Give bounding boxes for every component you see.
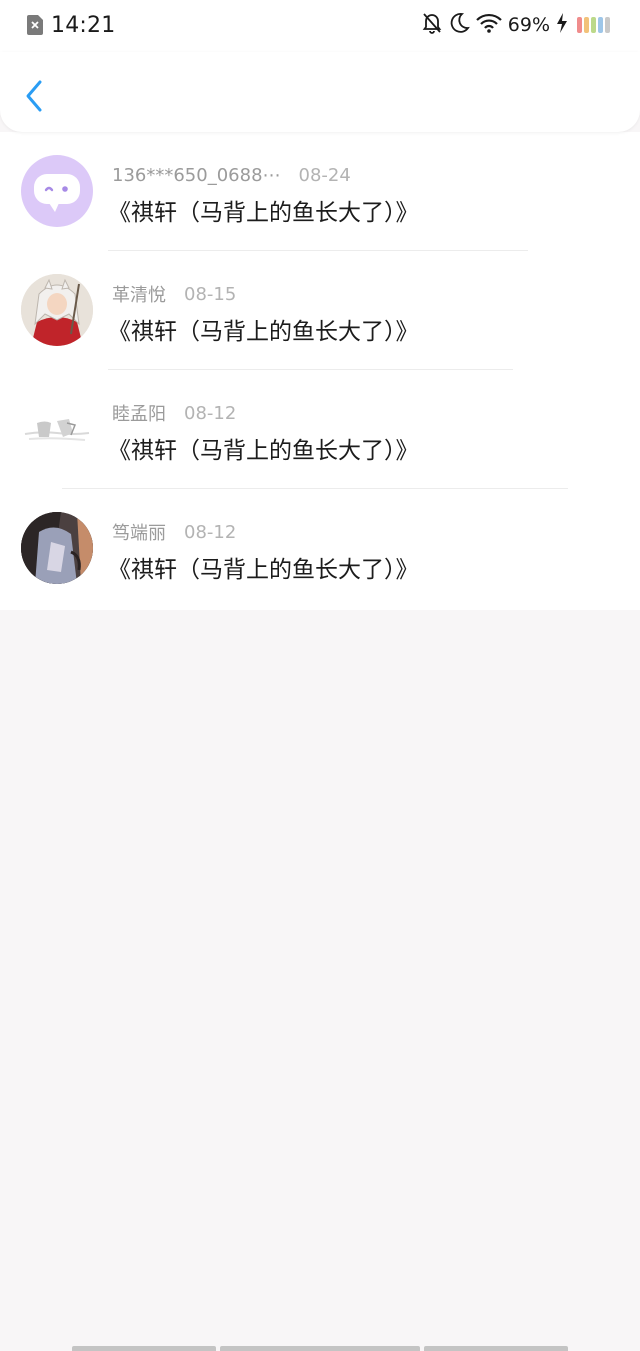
chevron-left-icon: [26, 80, 42, 112]
work-title: 《祺轩（马背上的鱼长大了）》: [108, 438, 419, 464]
item-meta: 睦孟阳 08-12: [112, 401, 237, 426]
header-bar: [0, 52, 640, 132]
list-item[interactable]: 革清悅 08-15 《祺轩（马背上的鱼长大了）》: [0, 251, 640, 370]
comment-date: 08-24: [298, 164, 351, 186]
work-title: 《祺轩（马背上的鱼长大了）》: [108, 319, 419, 345]
anime-character-avatar: [21, 274, 93, 346]
item-meta: 笃端丽 08-12: [112, 520, 237, 545]
charging-icon: [556, 13, 568, 37]
item-meta: 革清悅 08-15: [112, 282, 237, 307]
photo-avatar: [21, 512, 93, 584]
indicator-segment: [220, 1346, 420, 1351]
comment-date: 08-12: [184, 402, 237, 424]
indicator-segment: [424, 1346, 568, 1351]
work-title: 《祺轩（马背上的鱼长大了）》: [108, 200, 419, 226]
list-item[interactable]: 睦孟阳 08-12 《祺轩（马背上的鱼长大了）》: [0, 370, 640, 489]
sketch-avatar: [21, 393, 93, 465]
back-button[interactable]: [20, 78, 50, 114]
bottom-indicator: [0, 1346, 640, 1351]
list-item[interactable]: 笃端丽 08-12 《祺轩（马背上的鱼长大了）》: [0, 489, 640, 608]
status-bar: 14:21 69%: [0, 0, 640, 52]
comment-date: 08-15: [184, 283, 237, 305]
wifi-icon: [475, 13, 502, 37]
user-name: 睦孟阳: [112, 404, 166, 425]
status-time: 14:21: [51, 12, 116, 38]
user-name: 136***650_0688⋯: [112, 164, 281, 186]
battery-percent: 69%: [507, 14, 550, 36]
moon-icon: [448, 12, 470, 38]
item-meta: 136***650_0688⋯ 08-24: [112, 163, 351, 187]
sim-error-icon: [27, 15, 43, 35]
battery-icon: [577, 16, 610, 34]
list-item[interactable]: 136***650_0688⋯ 08-24 《祺轩（马背上的鱼长大了）》: [0, 132, 640, 251]
chat-bubble-avatar: [21, 155, 93, 227]
comment-date: 08-12: [184, 521, 237, 543]
status-left: 14:21: [27, 10, 115, 40]
user-name: 笃端丽: [112, 523, 166, 544]
status-right: 69%: [422, 10, 610, 40]
comment-list: 136***650_0688⋯ 08-24 《祺轩（马背上的鱼长大了）》 革清悅: [0, 132, 640, 610]
work-title: 《祺轩（马背上的鱼长大了）》: [108, 557, 419, 583]
screen: 14:21 69% 136***650_0688⋯ 08-24 《祺轩（马背上的…: [0, 0, 640, 1351]
indicator-segment: [72, 1346, 216, 1351]
user-name: 革清悅: [112, 285, 166, 306]
bell-off-icon: [422, 12, 442, 38]
